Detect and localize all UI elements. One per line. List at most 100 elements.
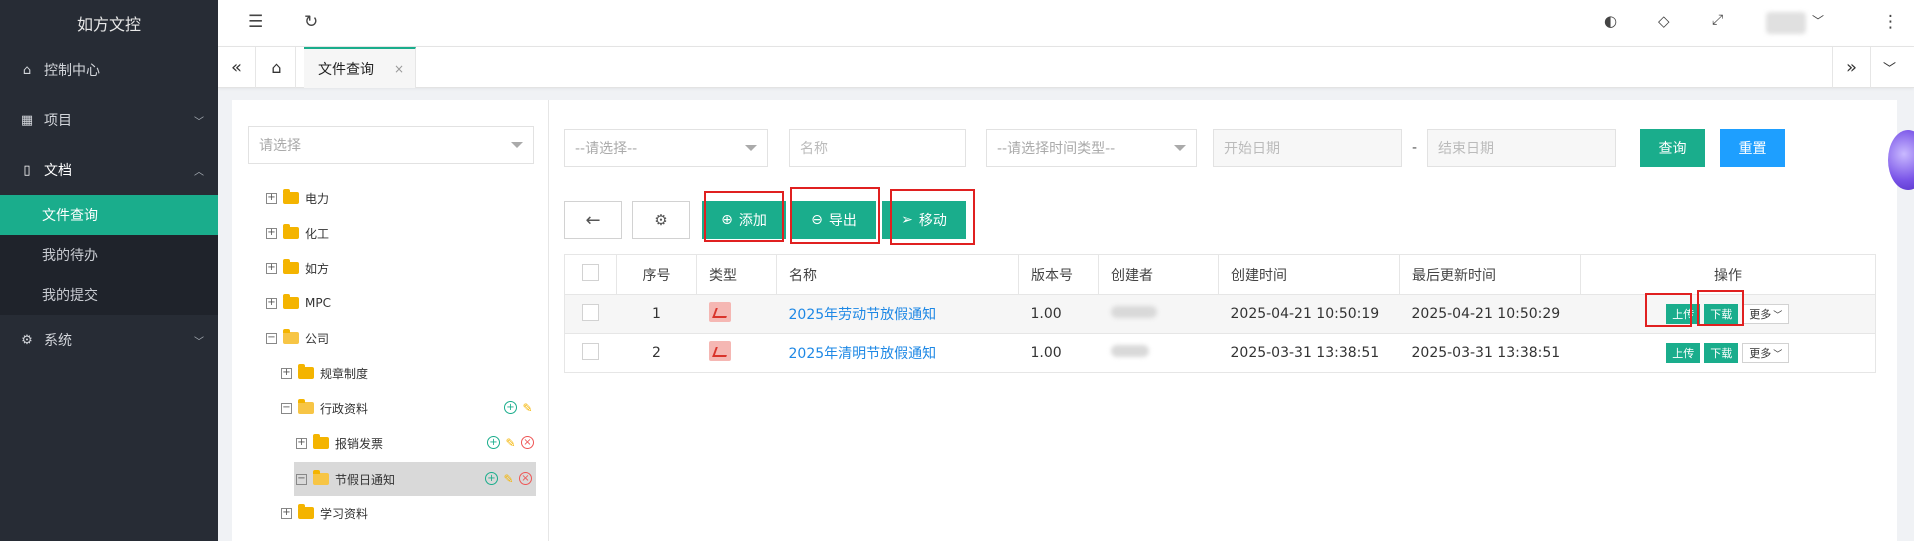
row-checkbox[interactable]	[582, 303, 600, 321]
expand-icon[interactable]: +	[266, 192, 277, 204]
table-row[interactable]: 1 2025年劳动节放假通知 1.00 2025-04-21 10:50:19 …	[564, 294, 1876, 334]
tree-node[interactable]: − 行政资料 + ✎	[281, 395, 534, 421]
back-button[interactable]: ←	[564, 201, 622, 239]
tree-node[interactable]: − 公司	[266, 325, 329, 351]
tree-node[interactable]: + 化工	[266, 220, 329, 246]
category-select[interactable]: --请选择--	[564, 129, 768, 167]
column-header: 类型	[696, 254, 777, 295]
dropdown-arrow-icon	[511, 142, 523, 148]
sidebar-item-system[interactable]: ⚙ 系统 ﹀	[0, 315, 218, 365]
tree-node[interactable]: + MPC	[266, 290, 331, 316]
button-label: 移动	[918, 213, 947, 229]
tree-node[interactable]: + 电力	[266, 185, 329, 211]
actions-cell: 上传 下载 更多 ﹀	[1580, 294, 1876, 334]
tag-icon[interactable]: ◇	[1658, 12, 1670, 30]
row-checkbox[interactable]	[582, 342, 600, 360]
updated-time-cell: 2025-04-21 10:50:29	[1399, 294, 1581, 334]
select-placeholder: 请选择	[259, 138, 301, 154]
file-table: 序号 类型 名称 版本号 创建者 创建时间 最后更新时间 操作 1 2025年劳…	[564, 254, 1876, 373]
documents-submenu: 文件查询 我的待办 我的提交	[0, 195, 218, 315]
input-placeholder: 名称	[800, 141, 828, 157]
add-node-icon[interactable]: +	[487, 436, 500, 449]
add-node-icon[interactable]: +	[504, 401, 517, 414]
edit-node-icon[interactable]: ✎	[521, 401, 534, 414]
folder-icon	[313, 434, 329, 449]
tree-node-label: 化工	[305, 226, 330, 241]
folder-open-icon	[313, 470, 329, 485]
expand-icon[interactable]: +	[296, 437, 307, 449]
tree-category-select[interactable]: 请选择	[248, 126, 534, 164]
tree-node-label: 公司	[305, 331, 330, 346]
file-name-link[interactable]: 2025年劳动节放假通知	[789, 307, 937, 323]
column-header: 操作	[1580, 254, 1876, 295]
chevron-down-icon: ﹀	[1773, 310, 1783, 321]
tree-node[interactable]: + 报销发票 + ✎ ×	[296, 430, 534, 456]
end-date-input[interactable]: 结束日期	[1427, 129, 1616, 167]
tabs-dropdown-icon[interactable]: ﹀	[1870, 47, 1908, 88]
tree-node-label: 节假日通知	[335, 472, 396, 487]
upload-button[interactable]: 上传	[1666, 304, 1701, 324]
table-row[interactable]: 2 2025年清明节放假通知 1.00 2025-03-31 13:38:51 …	[564, 333, 1876, 373]
add-node-icon[interactable]: +	[485, 472, 498, 485]
add-button[interactable]: ⊕ 添加	[702, 201, 786, 239]
expand-icon[interactable]: +	[266, 262, 277, 274]
collapse-icon[interactable]: −	[296, 473, 307, 485]
sidebar-item-projects[interactable]: ▦ 项目 ﹀	[0, 95, 218, 145]
expand-icon[interactable]: +	[281, 367, 292, 379]
date-range-separator: -	[1412, 140, 1418, 156]
creator-redacted	[1110, 345, 1149, 357]
collapse-icon[interactable]: −	[281, 402, 292, 414]
folder-icon	[283, 294, 299, 309]
settings-button[interactable]: ⚙	[632, 201, 690, 239]
tree-node[interactable]: + 学习资料	[281, 500, 368, 526]
edit-node-icon[interactable]: ✎	[504, 436, 517, 449]
more-dropdown[interactable]: 更多 ﹀	[1742, 343, 1790, 363]
edit-node-icon[interactable]: ✎	[502, 472, 515, 485]
expand-icon[interactable]: +	[281, 507, 292, 519]
tab-bar: « ⌂ 文件查询 × » ﹀	[218, 47, 1914, 88]
file-name-link[interactable]: 2025年清明节放假通知	[789, 346, 937, 362]
tabs-scroll-left-icon[interactable]: «	[218, 47, 256, 88]
tree-node-label: 行政资料	[320, 401, 369, 416]
collapse-icon[interactable]: −	[266, 332, 277, 344]
chevron-down-icon[interactable]: ﹀	[1812, 12, 1824, 29]
expand-icon[interactable]: +	[266, 227, 277, 239]
query-button[interactable]: 查询	[1640, 129, 1705, 167]
name-input[interactable]: 名称	[789, 129, 966, 167]
time-type-select[interactable]: --请选择时间类型--	[986, 129, 1197, 167]
palette-icon[interactable]: ◐	[1604, 12, 1617, 30]
creator-cell	[1098, 294, 1219, 334]
node-actions: + ✎ ×	[485, 472, 532, 485]
start-date-input[interactable]: 开始日期	[1213, 129, 1402, 167]
tree-node[interactable]: + 规章制度	[281, 360, 368, 386]
upload-button[interactable]: 上传	[1666, 343, 1701, 363]
delete-node-icon[interactable]: ×	[521, 436, 534, 449]
refresh-icon[interactable]: ↻	[304, 12, 318, 32]
sidebar-item-label: 项目	[44, 113, 72, 129]
tab-file-query[interactable]: 文件查询 ×	[304, 47, 416, 88]
delete-node-icon[interactable]: ×	[519, 472, 532, 485]
tree-node[interactable]: + 如方	[266, 255, 329, 281]
sidebar-item-file-query[interactable]: 文件查询	[0, 195, 218, 235]
close-icon[interactable]: ×	[394, 62, 404, 76]
move-button[interactable]: ➢ 移动	[882, 201, 966, 239]
export-button[interactable]: ⊖ 导出	[792, 201, 876, 239]
more-dropdown[interactable]: 更多 ﹀	[1742, 304, 1790, 324]
collapse-menu-icon[interactable]: ☰	[248, 12, 263, 32]
sidebar-item-my-submissions[interactable]: 我的提交	[0, 275, 218, 315]
home-tab-icon[interactable]: ⌂	[258, 47, 296, 88]
select-all-checkbox[interactable]	[582, 264, 599, 281]
download-button[interactable]: 下载	[1704, 304, 1739, 324]
more-vertical-icon[interactable]: ⋮	[1882, 12, 1899, 32]
fullscreen-icon[interactable]: ⤢	[1712, 12, 1723, 28]
tree-node-selected[interactable]: − 节假日通知 + ✎ ×	[294, 462, 536, 496]
avatar[interactable]	[1766, 12, 1806, 34]
expand-icon[interactable]: +	[266, 297, 277, 309]
sidebar-item-my-todo[interactable]: 我的待办	[0, 235, 218, 275]
chevron-down-icon: ﹀	[1773, 349, 1783, 360]
sidebar-item-control-center[interactable]: ⌂ 控制中心	[0, 45, 218, 95]
download-button[interactable]: 下载	[1704, 343, 1739, 363]
reset-button[interactable]: 重置	[1720, 129, 1785, 167]
tabs-scroll-right-icon[interactable]: »	[1832, 47, 1870, 88]
sidebar-item-documents[interactable]: ▯ 文档 ︿	[0, 145, 218, 195]
